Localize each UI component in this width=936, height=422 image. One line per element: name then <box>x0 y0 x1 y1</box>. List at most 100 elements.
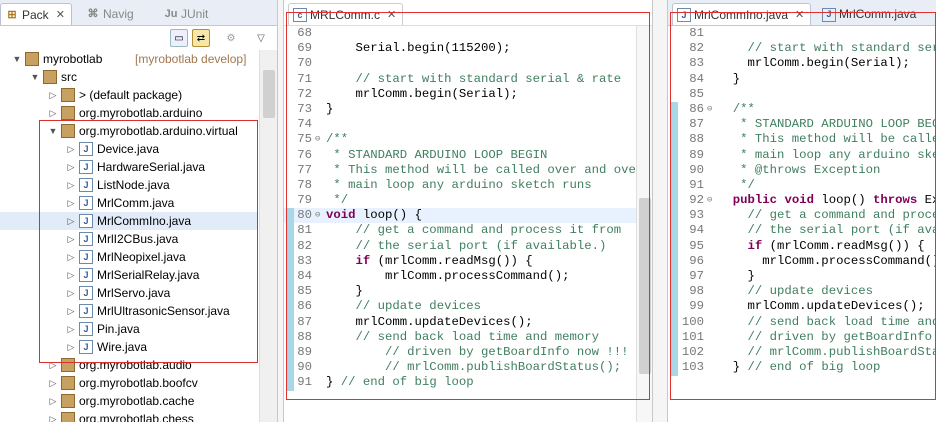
tree-item[interactable]: ▼ src <box>0 68 257 86</box>
tree-item[interactable]: ▷ org.myrobotlab.boofcv <box>0 374 257 392</box>
code-text: // send back load time and memory <box>326 329 600 344</box>
tree-item-label: org.myrobotlab.audio <box>79 358 192 372</box>
tree-item[interactable]: ▷ org.myrobotlab.audio <box>0 356 257 374</box>
collapsed-twisty-icon[interactable]: ▷ <box>66 158 76 176</box>
collapsed-twisty-icon[interactable]: ▷ <box>66 140 76 158</box>
tab-mrlcomm-c[interactable]: c MRLComm.c ✕ <box>288 3 404 26</box>
tree-item-label: MrlComm.java <box>97 196 175 210</box>
line-number: 79 <box>297 193 312 208</box>
code-line: 72 mrlComm.begin(Serial); <box>284 87 652 102</box>
close-icon[interactable]: ✕ <box>56 5 65 26</box>
tree-item[interactable]: ▷ J Wire.java <box>0 338 257 356</box>
package-icon <box>61 124 75 138</box>
tree-item[interactable]: ▷ J MrlComm.java <box>0 194 257 212</box>
code-line: 81 // get a command and process it from <box>284 223 652 238</box>
link-with-editor-icon[interactable]: ⇄ <box>192 29 210 47</box>
tree-item[interactable]: ▼ org.myrobotlab.arduino.virtual <box>0 122 257 140</box>
collapsed-twisty-icon[interactable]: ▷ <box>48 410 58 422</box>
line-number: 74 <box>297 117 312 132</box>
code-area[interactable]: 81 82 // start with standard seri 83 mrlCo… <box>668 26 936 422</box>
collapsed-twisty-icon[interactable]: ▷ <box>66 230 76 248</box>
java-file-icon: J <box>79 196 93 210</box>
tree-item[interactable]: ▷ J MrlServo.java <box>0 284 257 302</box>
package-icon <box>61 358 75 372</box>
collapse-all-icon[interactable]: ▭ <box>170 29 188 47</box>
editor-left-tabbar: c MRLComm.c ✕ <box>284 0 652 26</box>
code-text: // driven by getBoardInfo now !!! <box>326 344 629 359</box>
project-tree: ▼ myrobotlab [myrobotlab develop] ▼ src ▷ > (d… <box>0 50 257 422</box>
fold-icon[interactable]: ⊖ <box>707 193 712 208</box>
code-text: } <box>326 101 334 116</box>
code-text: } <box>718 269 755 283</box>
code-line: 90 // mrlComm.publishBoardStatus(); <box>284 360 652 375</box>
code-text: // mrlComm.publishBoardStat <box>718 344 936 359</box>
editor-mrlcomm-c: c MRLComm.c ✕ 68 69 Serial.begin(115200);… <box>283 0 653 422</box>
tree-item[interactable]: ▷ J MrlSerialRelay.java <box>0 266 257 284</box>
collapsed-twisty-icon[interactable]: ▷ <box>66 194 76 212</box>
tree-item[interactable]: ▷ J MrlUltrasonicSensor.java <box>0 302 257 320</box>
tree-item[interactable]: ▷ org.myrobotlab.arduino <box>0 104 257 122</box>
code-line: 100 // send back load time and <box>668 315 936 330</box>
collapsed-twisty-icon[interactable]: ▷ <box>66 212 76 230</box>
java-file-icon: J <box>79 268 93 282</box>
fold-icon[interactable]: ⊖ <box>707 102 712 117</box>
line-number: 69 <box>297 41 312 56</box>
tree-item-label: Device.java <box>97 142 160 156</box>
tab-junit[interactable]: Ju JUnit <box>160 3 214 25</box>
tree-item[interactable]: ▷ org.myrobotlab.chess <box>0 410 257 422</box>
collapsed-twisty-icon[interactable]: ▷ <box>48 374 58 392</box>
collapsed-twisty-icon[interactable]: ▷ <box>48 392 58 410</box>
tree-item[interactable]: ▼ myrobotlab [myrobotlab develop] <box>0 50 257 68</box>
tree-item-label: myrobotlab <box>43 52 103 66</box>
tree-item[interactable]: ▷ J MrlI2CBus.java <box>0 230 257 248</box>
scrollbar-thumb[interactable] <box>639 198 651 374</box>
tab-navigator[interactable]: ⌘ Navig <box>82 3 140 25</box>
collapsed-twisty-icon[interactable]: ▷ <box>66 176 76 194</box>
code-line: 97 } <box>668 269 936 284</box>
collapsed-twisty-icon[interactable]: ▷ <box>66 284 76 302</box>
filters-icon[interactable]: ⚙ <box>222 29 240 47</box>
change-bar <box>670 102 678 376</box>
tree-item-label: HardwareSerial.java <box>97 160 206 174</box>
code-line: 89 * main loop any arduino sket <box>668 148 936 163</box>
collapsed-twisty-icon[interactable]: ▷ <box>66 320 76 338</box>
explorer-scrollbar[interactable] <box>259 50 277 422</box>
collapsed-twisty-icon[interactable]: ▷ <box>66 338 76 356</box>
tree-item-label: MrlCommIno.java <box>97 214 192 228</box>
code-text: // start with standard seri <box>718 41 936 56</box>
tab-package-explorer[interactable]: ⊞ Pack ✕ <box>0 3 72 26</box>
collapsed-twisty-icon[interactable]: ▷ <box>66 302 76 320</box>
code-area[interactable]: 68 69 Serial.begin(115200); 70 71 // start … <box>284 26 652 422</box>
collapsed-twisty-icon[interactable]: ▷ <box>66 248 76 266</box>
tree-item[interactable]: ▷ J MrlNeopixel.java <box>0 248 257 266</box>
code-line: 94 // the serial port (if avai <box>668 223 936 238</box>
tree-item[interactable]: ▷ J Pin.java <box>0 320 257 338</box>
close-icon[interactable]: ✕ <box>387 5 396 26</box>
close-icon[interactable]: ✕ <box>795 5 804 26</box>
fold-icon[interactable]: ⊖ <box>315 208 320 223</box>
tree-item[interactable]: ▷ J HardwareSerial.java <box>0 158 257 176</box>
expanded-twisty-icon[interactable]: ▼ <box>30 68 40 86</box>
code-line: 88 // send back load time and memory <box>284 330 652 345</box>
collapsed-twisty-icon[interactable]: ▷ <box>48 356 58 374</box>
collapsed-twisty-icon[interactable]: ▷ <box>66 266 76 284</box>
tree-item[interactable]: ▷ org.myrobotlab.cache <box>0 392 257 410</box>
expanded-twisty-icon[interactable]: ▼ <box>48 122 58 140</box>
tree-item[interactable]: ▷ J ListNode.java <box>0 176 257 194</box>
expanded-twisty-icon[interactable]: ▼ <box>12 50 22 68</box>
editor-scrollbar[interactable] <box>636 26 652 422</box>
view-menu-icon[interactable]: ▽ <box>252 29 270 47</box>
tree-item[interactable]: ▷ J Device.java <box>0 140 257 158</box>
code-line: 86 // update devices <box>284 299 652 314</box>
tree-item[interactable]: ▷ > (default package) <box>0 86 257 104</box>
tree-item[interactable]: ▷ J MrlCommIno.java <box>0 212 257 230</box>
code-text: // start with standard serial & rate <box>326 71 622 86</box>
tab-mrlcomm-java[interactable]: J MrlComm.java <box>818 3 922 25</box>
collapsed-twisty-icon[interactable]: ▷ <box>48 86 58 104</box>
scrollbar-thumb[interactable] <box>263 70 275 118</box>
fold-icon[interactable]: ⊖ <box>315 132 320 147</box>
collapsed-twisty-icon[interactable]: ▷ <box>48 104 58 122</box>
code-text: * This method will be called over and ov… <box>326 162 644 177</box>
tab-mrlcommino-java[interactable]: J MrlCommIno.java ✕ <box>672 3 812 26</box>
code-line: 80 ⊖ void loop() { <box>284 208 652 224</box>
